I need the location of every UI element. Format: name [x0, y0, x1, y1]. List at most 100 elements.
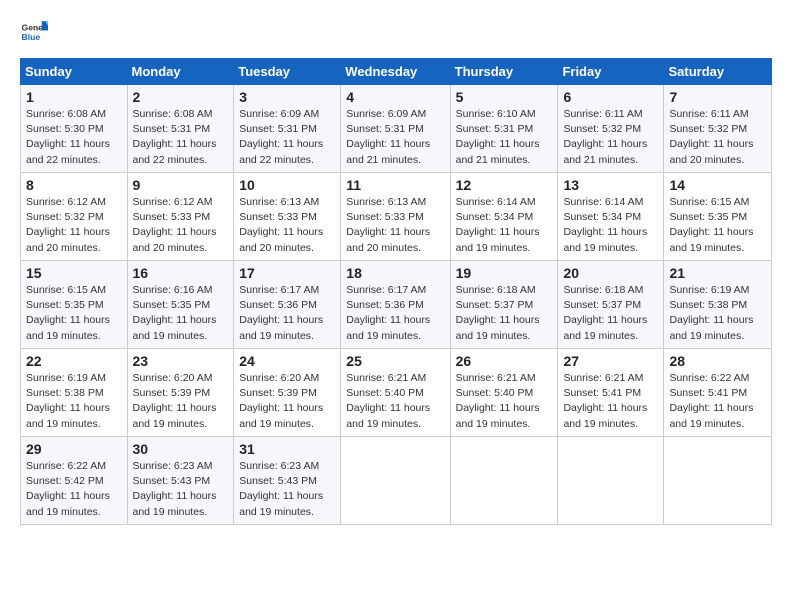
calendar-week-2: 15 Sunrise: 6:15 AM Sunset: 5:35 PM Dayl…	[21, 261, 772, 349]
header: General Blue	[20, 18, 772, 46]
day-number: 8	[26, 177, 122, 193]
day-number: 10	[239, 177, 335, 193]
calendar-cell: 19 Sunrise: 6:18 AM Sunset: 5:37 PM Dayl…	[450, 261, 558, 349]
day-info: Sunrise: 6:14 AM Sunset: 5:34 PM Dayligh…	[456, 195, 553, 256]
day-number: 13	[563, 177, 658, 193]
day-number: 15	[26, 265, 122, 281]
day-info: Sunrise: 6:08 AM Sunset: 5:30 PM Dayligh…	[26, 107, 122, 168]
day-number: 21	[669, 265, 766, 281]
calendar-cell: 25 Sunrise: 6:21 AM Sunset: 5:40 PM Dayl…	[341, 349, 450, 437]
calendar-cell: 20 Sunrise: 6:18 AM Sunset: 5:37 PM Dayl…	[558, 261, 664, 349]
day-number: 23	[133, 353, 229, 369]
day-number: 2	[133, 89, 229, 105]
calendar-cell	[450, 437, 558, 525]
calendar-cell: 28 Sunrise: 6:22 AM Sunset: 5:41 PM Dayl…	[664, 349, 772, 437]
day-info: Sunrise: 6:10 AM Sunset: 5:31 PM Dayligh…	[456, 107, 553, 168]
day-number: 5	[456, 89, 553, 105]
day-info: Sunrise: 6:20 AM Sunset: 5:39 PM Dayligh…	[133, 371, 229, 432]
calendar-cell: 16 Sunrise: 6:16 AM Sunset: 5:35 PM Dayl…	[127, 261, 234, 349]
day-info: Sunrise: 6:09 AM Sunset: 5:31 PM Dayligh…	[239, 107, 335, 168]
day-number: 7	[669, 89, 766, 105]
day-info: Sunrise: 6:09 AM Sunset: 5:31 PM Dayligh…	[346, 107, 444, 168]
logo-icon: General Blue	[20, 18, 48, 46]
calendar-header-row: SundayMondayTuesdayWednesdayThursdayFrid…	[21, 59, 772, 85]
day-info: Sunrise: 6:23 AM Sunset: 5:43 PM Dayligh…	[133, 459, 229, 520]
day-number: 24	[239, 353, 335, 369]
day-number: 9	[133, 177, 229, 193]
col-header-monday: Monday	[127, 59, 234, 85]
day-number: 28	[669, 353, 766, 369]
day-info: Sunrise: 6:14 AM Sunset: 5:34 PM Dayligh…	[563, 195, 658, 256]
day-number: 27	[563, 353, 658, 369]
calendar-cell: 18 Sunrise: 6:17 AM Sunset: 5:36 PM Dayl…	[341, 261, 450, 349]
calendar-cell: 5 Sunrise: 6:10 AM Sunset: 5:31 PM Dayli…	[450, 85, 558, 173]
day-info: Sunrise: 6:15 AM Sunset: 5:35 PM Dayligh…	[669, 195, 766, 256]
day-number: 16	[133, 265, 229, 281]
calendar-cell: 6 Sunrise: 6:11 AM Sunset: 5:32 PM Dayli…	[558, 85, 664, 173]
svg-text:Blue: Blue	[22, 32, 41, 42]
calendar-cell: 8 Sunrise: 6:12 AM Sunset: 5:32 PM Dayli…	[21, 173, 128, 261]
calendar-cell: 21 Sunrise: 6:19 AM Sunset: 5:38 PM Dayl…	[664, 261, 772, 349]
calendar-cell: 1 Sunrise: 6:08 AM Sunset: 5:30 PM Dayli…	[21, 85, 128, 173]
day-info: Sunrise: 6:21 AM Sunset: 5:41 PM Dayligh…	[563, 371, 658, 432]
page: General Blue SundayMondayTuesdayWednesda…	[0, 0, 792, 537]
day-info: Sunrise: 6:17 AM Sunset: 5:36 PM Dayligh…	[239, 283, 335, 344]
day-info: Sunrise: 6:16 AM Sunset: 5:35 PM Dayligh…	[133, 283, 229, 344]
day-number: 17	[239, 265, 335, 281]
day-info: Sunrise: 6:17 AM Sunset: 5:36 PM Dayligh…	[346, 283, 444, 344]
day-number: 25	[346, 353, 444, 369]
day-info: Sunrise: 6:11 AM Sunset: 5:32 PM Dayligh…	[563, 107, 658, 168]
day-info: Sunrise: 6:13 AM Sunset: 5:33 PM Dayligh…	[239, 195, 335, 256]
col-header-wednesday: Wednesday	[341, 59, 450, 85]
calendar-cell: 3 Sunrise: 6:09 AM Sunset: 5:31 PM Dayli…	[234, 85, 341, 173]
day-info: Sunrise: 6:13 AM Sunset: 5:33 PM Dayligh…	[346, 195, 444, 256]
calendar-week-4: 29 Sunrise: 6:22 AM Sunset: 5:42 PM Dayl…	[21, 437, 772, 525]
col-header-friday: Friday	[558, 59, 664, 85]
day-info: Sunrise: 6:08 AM Sunset: 5:31 PM Dayligh…	[133, 107, 229, 168]
calendar-cell: 14 Sunrise: 6:15 AM Sunset: 5:35 PM Dayl…	[664, 173, 772, 261]
day-number: 20	[563, 265, 658, 281]
day-number: 1	[26, 89, 122, 105]
logo: General Blue	[20, 18, 52, 46]
col-header-thursday: Thursday	[450, 59, 558, 85]
calendar-cell: 11 Sunrise: 6:13 AM Sunset: 5:33 PM Dayl…	[341, 173, 450, 261]
day-info: Sunrise: 6:19 AM Sunset: 5:38 PM Dayligh…	[669, 283, 766, 344]
calendar-cell: 31 Sunrise: 6:23 AM Sunset: 5:43 PM Dayl…	[234, 437, 341, 525]
col-header-tuesday: Tuesday	[234, 59, 341, 85]
calendar-cell: 12 Sunrise: 6:14 AM Sunset: 5:34 PM Dayl…	[450, 173, 558, 261]
calendar-week-3: 22 Sunrise: 6:19 AM Sunset: 5:38 PM Dayl…	[21, 349, 772, 437]
day-number: 29	[26, 441, 122, 457]
calendar-cell: 9 Sunrise: 6:12 AM Sunset: 5:33 PM Dayli…	[127, 173, 234, 261]
calendar-cell	[664, 437, 772, 525]
day-info: Sunrise: 6:12 AM Sunset: 5:33 PM Dayligh…	[133, 195, 229, 256]
day-number: 31	[239, 441, 335, 457]
calendar-cell: 15 Sunrise: 6:15 AM Sunset: 5:35 PM Dayl…	[21, 261, 128, 349]
calendar-cell	[341, 437, 450, 525]
day-number: 14	[669, 177, 766, 193]
calendar-cell: 4 Sunrise: 6:09 AM Sunset: 5:31 PM Dayli…	[341, 85, 450, 173]
day-number: 30	[133, 441, 229, 457]
day-number: 19	[456, 265, 553, 281]
day-info: Sunrise: 6:12 AM Sunset: 5:32 PM Dayligh…	[26, 195, 122, 256]
calendar-cell: 30 Sunrise: 6:23 AM Sunset: 5:43 PM Dayl…	[127, 437, 234, 525]
day-number: 6	[563, 89, 658, 105]
calendar-cell: 26 Sunrise: 6:21 AM Sunset: 5:40 PM Dayl…	[450, 349, 558, 437]
day-info: Sunrise: 6:22 AM Sunset: 5:41 PM Dayligh…	[669, 371, 766, 432]
day-info: Sunrise: 6:15 AM Sunset: 5:35 PM Dayligh…	[26, 283, 122, 344]
day-number: 11	[346, 177, 444, 193]
day-number: 26	[456, 353, 553, 369]
day-number: 4	[346, 89, 444, 105]
calendar-cell: 2 Sunrise: 6:08 AM Sunset: 5:31 PM Dayli…	[127, 85, 234, 173]
calendar-cell: 17 Sunrise: 6:17 AM Sunset: 5:36 PM Dayl…	[234, 261, 341, 349]
day-number: 12	[456, 177, 553, 193]
calendar-cell: 22 Sunrise: 6:19 AM Sunset: 5:38 PM Dayl…	[21, 349, 128, 437]
calendar: SundayMondayTuesdayWednesdayThursdayFrid…	[20, 58, 772, 525]
calendar-cell: 27 Sunrise: 6:21 AM Sunset: 5:41 PM Dayl…	[558, 349, 664, 437]
calendar-week-1: 8 Sunrise: 6:12 AM Sunset: 5:32 PM Dayli…	[21, 173, 772, 261]
day-info: Sunrise: 6:23 AM Sunset: 5:43 PM Dayligh…	[239, 459, 335, 520]
day-info: Sunrise: 6:19 AM Sunset: 5:38 PM Dayligh…	[26, 371, 122, 432]
day-number: 3	[239, 89, 335, 105]
day-info: Sunrise: 6:20 AM Sunset: 5:39 PM Dayligh…	[239, 371, 335, 432]
day-info: Sunrise: 6:21 AM Sunset: 5:40 PM Dayligh…	[456, 371, 553, 432]
calendar-cell: 7 Sunrise: 6:11 AM Sunset: 5:32 PM Dayli…	[664, 85, 772, 173]
